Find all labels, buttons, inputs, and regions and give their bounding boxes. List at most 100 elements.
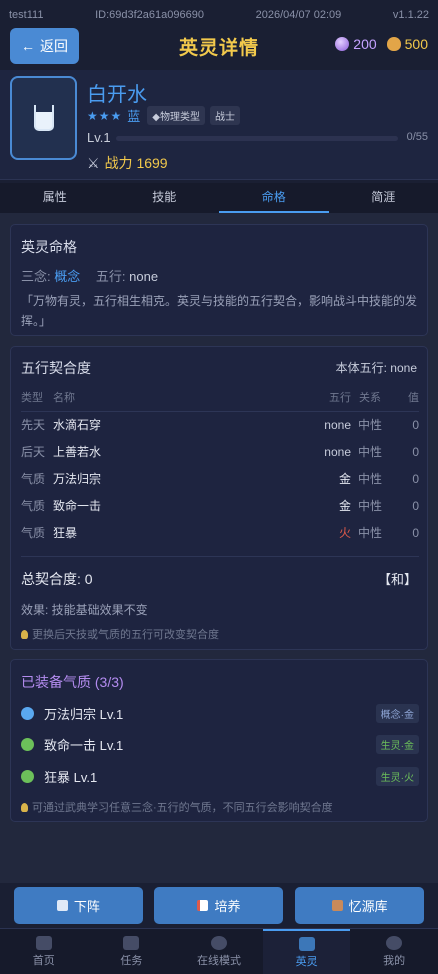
affinity-effect: 效果: 技能基础效果不变	[21, 603, 148, 617]
row-type: 气质	[21, 472, 46, 486]
traits-hint: 可通过武典学习任意三念·五行的气质，不同五行会影响契合度	[21, 799, 333, 815]
row-name: 水滴石穿	[53, 418, 102, 433]
table-row: 气质 万法归宗 金 中性 0	[21, 465, 419, 492]
affinity-table: 类型 名称 五行 关系 值 先天 水滴石穿 none 中性 0 后天 上善若水	[21, 383, 419, 546]
nav-heroes-label: 英灵	[295, 955, 318, 968]
nav-online[interactable]: 在线模式	[175, 929, 263, 974]
bottom-nav: 首页 任务 在线模式 英灵 我的	[0, 928, 438, 974]
table-row: 气质 致命一击 金 中性 0	[21, 492, 419, 519]
row-relation: 中性	[357, 445, 382, 459]
row-type: 气质	[21, 499, 46, 513]
train-button[interactable]: 培养	[154, 887, 284, 924]
memory-library-button[interactable]: 忆源库	[295, 887, 425, 924]
nav-home[interactable]: 首页	[0, 929, 88, 974]
memory-library-label: 忆源库	[348, 899, 388, 914]
nav-profile[interactable]: 我的	[350, 929, 438, 974]
hero-card: 白开水 ★★★ 蓝 ◆物理类型 战士 Lv.1 0/55 ⚔ 战力 1699	[0, 70, 438, 180]
trait-dot	[21, 769, 34, 783]
row-element: none	[324, 417, 351, 432]
download-icon	[56, 900, 68, 911]
table-row: 后天 上善若水 none 中性 0	[21, 438, 419, 465]
trait-tag: 概念·金	[375, 703, 419, 723]
trait-item[interactable]: 致命一击 Lv.1 生灵·金	[21, 732, 419, 756]
row-relation: 中性	[357, 526, 382, 540]
unassign-label: 下阵	[73, 899, 100, 914]
lightbulb-icon	[21, 629, 28, 639]
affinity-hint: 更换后天技或气质的五行可改变契合度	[21, 626, 219, 642]
row-name: 致命一击	[53, 499, 102, 513]
self-element: 本体五行: none	[335, 361, 417, 375]
trait-tag: 生灵·火	[375, 766, 419, 786]
row-element: 金	[338, 472, 351, 486]
col-element: 五行	[323, 383, 351, 412]
row-value: 0	[412, 417, 419, 432]
tab-fate[interactable]: 命格	[219, 183, 329, 213]
gold-value: 500	[404, 36, 428, 52]
crossed-swords-icon: ⚔	[87, 154, 100, 171]
table-row: 先天 水滴石穿 none 中性 0	[21, 411, 419, 438]
fate-title: 英灵命格	[21, 239, 77, 255]
unassign-button[interactable]: 下阵	[13, 887, 143, 924]
row-value: 0	[412, 471, 419, 486]
table-row: 气质 狂暴 火 中性 0	[21, 519, 419, 546]
fate-quote: 「万物有灵，五行相生相克。英灵与技能的五行契合，影响战斗中技能的发挥。」	[21, 294, 418, 328]
tab-biography[interactable]: 简涯	[329, 183, 438, 213]
rings-icon	[210, 935, 227, 950]
trait-name: 万法归宗 Lv.1	[44, 706, 124, 722]
row-element: 金	[338, 499, 351, 513]
row-type: 气质	[21, 526, 46, 540]
tab-skills[interactable]: 技能	[110, 183, 220, 213]
scroll-icon	[123, 935, 140, 950]
hero-icon	[298, 936, 315, 951]
trait-item[interactable]: 万法归宗 Lv.1 概念·金	[21, 701, 419, 725]
wuxing-label: 五行:	[95, 269, 126, 284]
fate-attrs: 三念: 概念 五行: none	[21, 266, 158, 285]
action-bar: 下阵 培养 忆源库	[0, 883, 438, 928]
col-relation: 关系	[351, 383, 389, 412]
water-glass-icon	[33, 105, 54, 131]
wuxing-value: none	[129, 269, 159, 284]
nav-heroes[interactable]: 英灵	[262, 929, 351, 974]
nav-tasks-label: 任务	[120, 954, 143, 967]
profile-icon	[386, 935, 403, 950]
train-label: 培养	[214, 899, 241, 914]
trait-name: 狂暴 Lv.1	[44, 769, 98, 785]
xp-text: 0/55	[406, 131, 428, 143]
class-tag: 战士	[210, 106, 240, 125]
type-tag: ◆物理类型	[147, 106, 205, 125]
row-name: 万法归宗	[53, 472, 102, 486]
total-affinity: 总契合度: 0	[21, 571, 93, 587]
nav-online-label: 在线模式	[196, 954, 241, 967]
power-value: 战力 1699	[104, 155, 168, 171]
trait-item[interactable]: 狂暴 Lv.1 生灵·火	[21, 764, 419, 788]
trait-tag: 生灵·金	[375, 734, 419, 754]
gem-value: 200	[353, 36, 377, 52]
row-value: 0	[412, 498, 419, 513]
sannian-value: 概念	[54, 269, 81, 284]
tab-attributes[interactable]: 属性	[0, 183, 110, 213]
nav-tasks[interactable]: 任务	[88, 929, 176, 974]
row-relation: 中性	[357, 499, 382, 513]
currency-display: 200 500	[335, 36, 428, 52]
affinity-header-row: 类型 名称 五行 关系 值	[21, 383, 419, 412]
nav-home-label: 首页	[32, 954, 55, 967]
hero-portrait	[10, 76, 77, 160]
affinity-panel: 五行契合度 本体五行: none 类型 名称 五行 关系 值 先天 水滴石穿 n…	[10, 346, 428, 650]
traits-hint-text: 可通过武典学习任意三念·五行的气质，不同五行会影响契合度	[32, 802, 333, 814]
lightbulb-icon	[21, 802, 28, 812]
box-icon	[331, 900, 343, 911]
status-bar: test111 ID:69d3f2a61a096690 2026/04/07 0…	[0, 0, 438, 30]
xp-bar	[116, 136, 398, 141]
row-name: 狂暴	[53, 526, 78, 540]
col-type: 类型	[21, 383, 53, 412]
row-value: 0	[412, 444, 419, 459]
version: v1.1.22	[392, 9, 429, 21]
sannian-label: 三念:	[21, 269, 51, 284]
gem-counter: 200	[335, 36, 377, 52]
top-bar: ← 返回 英灵详情 200 500	[0, 28, 438, 66]
hero-meta: ★★★ 蓝 ◆物理类型 战士	[87, 106, 240, 125]
hero-level: Lv.1	[87, 130, 111, 145]
fate-content: 英灵命格 三念: 概念 五行: none 「万物有灵，五行相生相克。英灵与技能的…	[0, 213, 438, 883]
traits-title: 已装备气质 (3/3)	[21, 674, 124, 690]
affinity-hint-text: 更换后天技或气质的五行可改变契合度	[32, 629, 219, 641]
